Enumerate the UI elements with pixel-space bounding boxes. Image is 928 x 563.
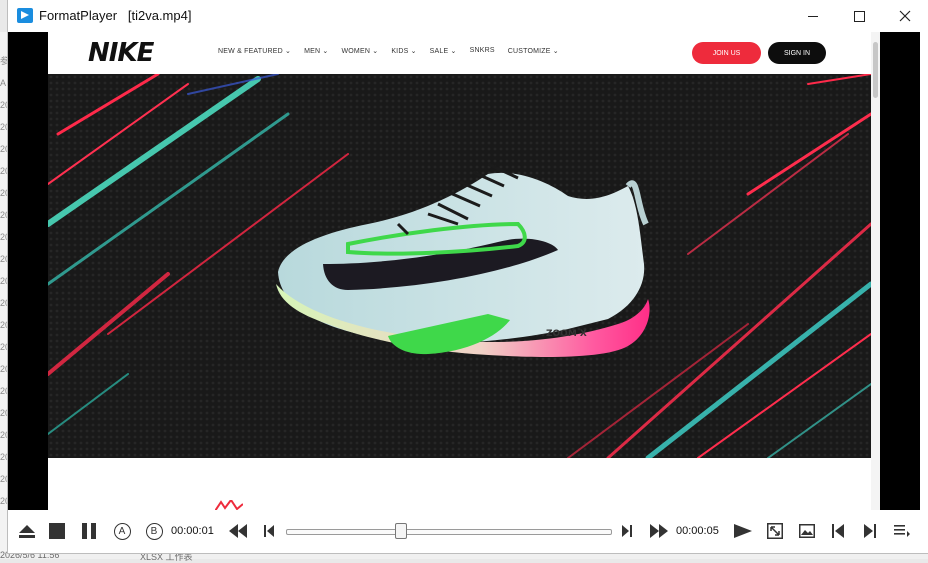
skip-previous-button[interactable] [830,520,846,542]
join-us-button: JOIN US [692,42,761,64]
app-logo-icon [17,8,33,23]
site-nav: NIKE NEW & FEATURED ⌄ MEN ⌄ WOMEN ⌄ KIDS ⌄ S… [48,32,880,74]
next-frame-button[interactable] [620,520,634,542]
skip-next-button[interactable] [862,520,878,542]
background-column-text: 20 [0,232,11,242]
eject-icon [19,525,35,538]
close-icon [899,10,911,22]
playback-controls: A B 00:00:01 00:00:05 [8,510,920,553]
background-column-text: 20 [0,474,11,484]
previous-frame-button[interactable] [262,520,276,542]
screenshot-button[interactable] [797,520,817,542]
eject-button[interactable] [16,520,38,542]
stop-button[interactable] [46,520,68,542]
site-nav-item: MEN ⌄ [304,48,329,55]
current-time: 00:00:01 [171,525,214,537]
sign-in-button: SIGN IN [768,42,826,64]
seek-thumb[interactable] [395,523,408,539]
hero-banner: ZOOM X [48,74,871,458]
background-column-text: 20 [0,386,11,396]
title-bar[interactable]: FormatPlayer [ti2va.mp4] [8,0,928,32]
fast-forward-icon [650,524,668,538]
picture-icon [799,524,815,538]
rewind-button[interactable] [227,520,249,542]
background-column-text: 20 [0,430,11,440]
background-column-text: 20 [0,364,11,374]
minimize-icon [808,15,818,17]
nike-logo: NIKE [88,38,154,68]
close-button[interactable] [882,0,928,32]
background-column-text: A [0,78,7,88]
hero-image: ZOOM X [48,74,871,458]
background-column-text: 20 [0,408,11,418]
stop-icon [49,523,65,539]
rewind-icon [229,524,247,538]
fullscreen-button[interactable] [765,520,785,542]
maximize-icon [853,10,865,22]
window-title: FormatPlayer [ti2va.mp4] [39,8,191,23]
ab-repeat-b-button[interactable]: B [144,520,164,542]
next-frame-icon [622,525,632,537]
ab-a-label: A [113,522,131,540]
background-column-text: 20 [0,320,11,330]
ab-repeat-a-button[interactable]: A [112,520,132,542]
shoe-model-text: ZOOM X [546,329,587,339]
skip-next-icon [864,524,876,538]
previous-frame-icon [264,525,274,537]
background-column-text: 20 [0,144,11,154]
background-column-text: 20 [0,100,11,110]
pause-button[interactable] [78,520,100,542]
background-column-text: 20 [0,122,11,132]
fullscreen-icon [767,523,783,539]
total-time: 00:00:05 [676,525,719,537]
play-button[interactable] [732,520,754,542]
site-nav-item: NEW & FEATURED ⌄ [218,48,292,55]
site-nav-item: KIDS ⌄ [391,48,417,55]
site-nav-item: SALE ⌄ [429,48,457,55]
site-scrollbar [871,32,880,510]
file-name: [ti2va.mp4] [127,8,192,23]
app-name: FormatPlayer [39,8,118,23]
background-column-text: 20 [0,254,11,264]
seek-bar[interactable] [286,529,612,535]
skip-previous-icon [832,524,844,538]
site-nav-item: CUSTOMIZE ⌄ [507,48,559,55]
playlist-button[interactable] [892,520,912,542]
site-nav-item: SNKRS [469,47,495,54]
video-frame-website: NIKE NEW & FEATURED ⌄ MEN ⌄ WOMEN ⌄ KIDS ⌄ S… [48,32,880,510]
background-column-text: 20 [0,210,11,220]
pause-icon [82,523,96,539]
background-column-text: 20 [0,188,11,198]
background-column-text: 20 [0,496,11,506]
background-column-text: 20 [0,166,11,176]
play-icon [734,524,752,538]
red-graphic-icon [215,500,243,510]
background-column-text: 20 [0,342,11,352]
ab-b-label: B [145,522,163,540]
site-scroll-thumb [873,42,878,98]
background-column-text: 20 [0,452,11,462]
player-window: FormatPlayer [ti2va.mp4] NIKE NEW & FEAT… [8,0,928,553]
playlist-icon [894,525,910,537]
fast-forward-button[interactable] [648,520,670,542]
background-column-text: 20 [0,276,11,286]
site-nav-item: WOMEN ⌄ [341,48,379,55]
maximize-button[interactable] [836,0,882,32]
minimize-button[interactable] [790,0,836,32]
video-area[interactable]: NIKE NEW & FEATURED ⌄ MEN ⌄ WOMEN ⌄ KIDS ⌄ S… [8,32,920,510]
background-column-text: 参 [0,56,10,66]
site-nav-items: NEW & FEATURED ⌄ MEN ⌄ WOMEN ⌄ KIDS ⌄ SALE ⌄… [218,47,559,55]
background-column-text: 20 [0,298,11,308]
content-below-hero [48,458,880,510]
